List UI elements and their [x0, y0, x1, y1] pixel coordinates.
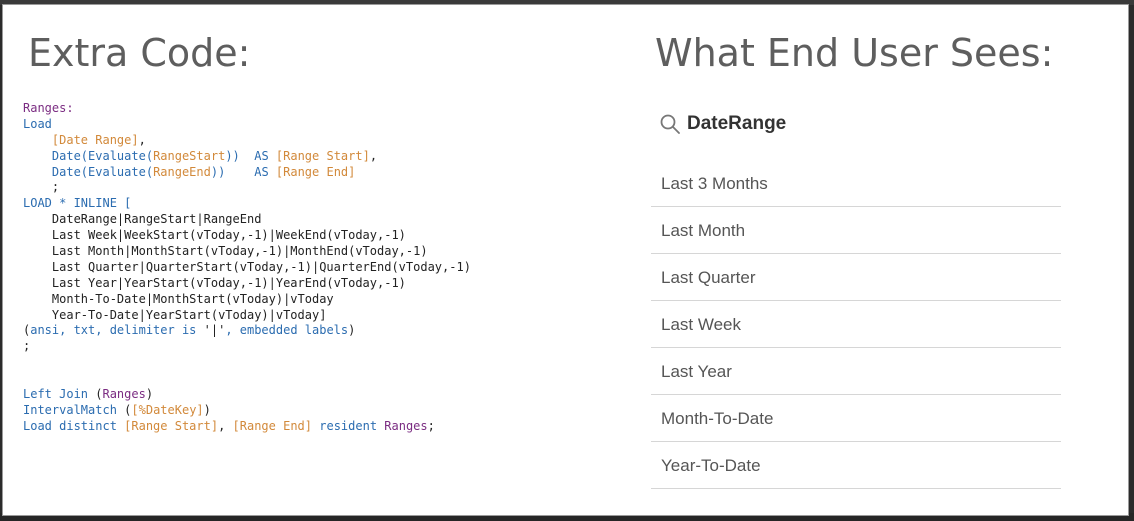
code-token: AS [254, 164, 276, 179]
code-token: ) [348, 323, 356, 338]
code-token: [Range End] [275, 164, 356, 179]
code-line: Left Join (Ranges) [23, 387, 471, 403]
code-token: [Date Range] [51, 132, 139, 147]
code-token: LOAD * INLINE [ [23, 196, 132, 211]
filter-search-header[interactable]: DateRange [659, 109, 786, 139]
code-token: ; [23, 180, 60, 195]
code-line: [Date Range], [23, 133, 471, 149]
code-line: Date(Evaluate(RangeStart)) AS [Range Sta… [23, 149, 471, 165]
code-token: '|' [203, 323, 226, 338]
code-token: Date(Evaluate( [51, 164, 154, 179]
filter-list-item[interactable]: Last Week [651, 302, 1061, 348]
code-token: ) [145, 387, 154, 402]
filter-list-item[interactable]: Last Year [651, 349, 1061, 395]
filter-list-item[interactable]: Month-To-Date [651, 396, 1061, 442]
code-line: (ansi, txt, delimiter is '|', embedded l… [23, 323, 471, 339]
code-token: Date(Evaluate( [51, 148, 154, 163]
code-token: Year-To-Date|YearStart(vToday)|vToday] [23, 307, 327, 322]
code-token: Last Week|WeekStart(vToday,-1)|WeekEnd(v… [23, 228, 406, 243]
code-token: , [138, 132, 146, 147]
code-token: ; [427, 418, 435, 433]
code-line: Ranges: [23, 101, 471, 117]
code-token: Last Quarter|QuarterStart(vToday,-1)|Qua… [23, 259, 471, 274]
code-token: ansi, txt, delimiter is [30, 323, 204, 338]
code-token: [Range Start] [124, 418, 219, 433]
code-line: Last Quarter|QuarterStart(vToday,-1)|Qua… [23, 260, 471, 276]
code-token: Left Join [23, 387, 96, 402]
code-token: )) [210, 164, 255, 179]
code-line: Load distinct [Range Start], [Range End]… [23, 419, 471, 435]
code-token: RangeStart [153, 148, 226, 163]
code-token: , [369, 148, 378, 163]
code-line: Last Year|YearStart(vToday,-1)|YearEnd(v… [23, 276, 471, 292]
code-line: ; [23, 180, 471, 196]
filter-list-item[interactable]: Year-To-Date [651, 443, 1061, 489]
code-token: AS [254, 148, 276, 163]
code-token: Ranges [384, 418, 428, 433]
code-token: Load distinct [23, 418, 125, 433]
code-token: [%DateKey] [131, 402, 204, 417]
left-heading: Extra Code: [28, 31, 251, 75]
code-token: Month-To-Date|MonthStart(vToday)|vToday [23, 291, 334, 306]
code-token: resident [312, 418, 385, 433]
code-token: Load [23, 116, 52, 131]
code-token: DateRange|RangeStart|RangeEnd [23, 212, 262, 227]
code-line: Month-To-Date|MonthStart(vToday)|vToday [23, 292, 471, 308]
code-token: , embedded labels [225, 323, 349, 338]
code-token: [Range Start] [275, 148, 370, 163]
code-token: RangeEnd [153, 164, 211, 179]
code-token: ; [23, 339, 31, 354]
code-line: LOAD * INLINE [ [23, 196, 471, 212]
filter-list: Last 3 Months Last Month Last Quarter Last … [651, 161, 1061, 490]
filter-list-item[interactable]: Last Quarter [651, 255, 1061, 301]
code-token: )) [225, 148, 255, 163]
code-token: Ranges [102, 387, 146, 402]
code-line: Year-To-Date|YearStart(vToday)|vToday] [23, 308, 471, 324]
code-token: Ranges: [23, 101, 74, 115]
filter-list-item[interactable]: Last Month [651, 208, 1061, 254]
code-line: Last Week|WeekStart(vToday,-1)|WeekEnd(v… [23, 228, 471, 244]
code-line: IntervalMatch ([%DateKey]) [23, 403, 471, 419]
code-token: [Range End] [232, 418, 313, 433]
code-line: Date(Evaluate(RangeEnd)) AS [Range End] [23, 165, 471, 181]
filter-list-item[interactable]: Last 3 Months [651, 161, 1061, 207]
code-token: Last Month|MonthStart(vToday,-1)|MonthEn… [23, 244, 428, 259]
code-token: IntervalMatch [23, 402, 125, 417]
code-token: Last Year|YearStart(vToday,-1)|YearEnd(v… [23, 275, 406, 290]
search-icon [660, 114, 680, 134]
code-line: Load [23, 117, 471, 133]
code-line: Last Month|MonthStart(vToday,-1)|MonthEn… [23, 244, 471, 260]
slide-card: Extra Code: What End User Sees: Ranges: L… [2, 4, 1129, 516]
filter-title: DateRange [687, 113, 787, 134]
right-heading: What End User Sees: [655, 31, 1054, 75]
code-block: Ranges: Load [Date Range], Date(Evaluate(… [23, 101, 471, 435]
code-token: , [218, 418, 233, 433]
code-token: ) [203, 402, 211, 417]
code-line: DateRange|RangeStart|RangeEnd [23, 212, 471, 228]
code-line: ; [23, 339, 471, 355]
